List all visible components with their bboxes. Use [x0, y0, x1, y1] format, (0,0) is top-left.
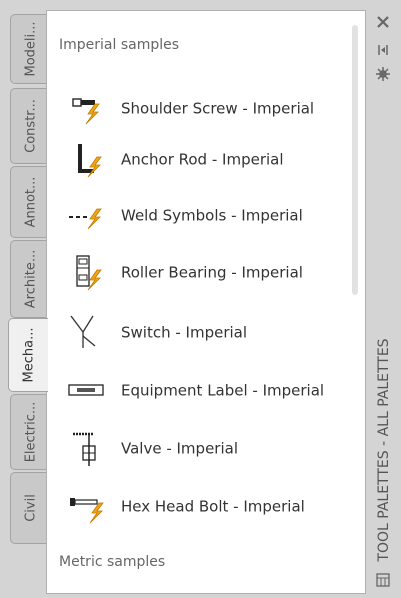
tool-shoulder-screw[interactable]: Shoulder Screw - Imperial — [67, 87, 337, 131]
tab-modeling[interactable]: Modeli... — [10, 14, 50, 84]
tab-architectural[interactable]: Archite... — [10, 240, 50, 318]
shoulder-screw-icon — [72, 98, 100, 125]
palette-tabs: Modeli... Constr... Annot... Archite... … — [0, 0, 50, 598]
tab-label: Modeli... — [23, 21, 38, 77]
tab-annotation[interactable]: Annot... — [10, 166, 50, 238]
tool-label: Roller Bearing - Imperial — [121, 263, 303, 282]
valve-icon — [73, 432, 96, 466]
tab-civil[interactable]: Civil — [10, 472, 50, 544]
section-header-imperial: Imperial samples — [59, 37, 180, 53]
weld-symbols-icon — [69, 208, 102, 230]
tool-label: Weld Symbols - Imperial — [121, 206, 303, 225]
tab-label: Constr... — [23, 99, 38, 153]
tool-label: Anchor Rod - Imperial — [121, 150, 284, 169]
palette-icon[interactable] — [375, 572, 391, 588]
tab-label: Mecha... — [21, 327, 36, 383]
equipment-label-icon — [68, 384, 104, 396]
tab-constraints[interactable]: Constr... — [10, 88, 50, 164]
tool-switch[interactable]: Switch - Imperial — [67, 311, 337, 355]
section-header-metric: Metric samples — [59, 554, 166, 570]
tool-anchor-rod[interactable]: Anchor Rod - Imperial — [67, 138, 337, 182]
auto-hide-icon[interactable] — [375, 42, 391, 58]
palette-title-bar[interactable]: TOOL PALETTES - ALL PALETTES — [366, 0, 401, 598]
tool-label: Valve - Imperial — [121, 439, 238, 458]
tool-valve[interactable]: Valve - Imperial — [67, 427, 337, 471]
panel-scrollbar[interactable] — [352, 25, 358, 295]
tab-label: Annot... — [23, 176, 38, 228]
properties-icon[interactable] — [375, 66, 391, 82]
tool-roller-bearing[interactable]: Roller Bearing - Imperial — [67, 251, 337, 295]
tool-equipment-label[interactable]: Equipment Label - Imperial — [67, 365, 337, 417]
tool-weld-symbols[interactable]: Weld Symbols - Imperial — [67, 194, 337, 238]
tab-electrical[interactable]: Electric... — [10, 394, 50, 470]
close-icon[interactable] — [375, 14, 391, 30]
tool-label: Switch - Imperial — [121, 323, 248, 342]
switch-icon — [70, 315, 96, 348]
tab-label: Electric... — [23, 401, 38, 463]
tool-label: Equipment Label - Imperial — [121, 381, 325, 400]
tab-label: Civil — [23, 494, 38, 522]
tool-label: Hex Head Bolt - Imperial — [121, 497, 305, 516]
hex-head-bolt-icon — [70, 498, 104, 524]
palette-title: TOOL PALETTES - ALL PALETTES — [375, 338, 392, 562]
tool-hex-head-bolt[interactable]: Hex Head Bolt - Imperial — [67, 485, 337, 529]
tool-label: Shoulder Screw - Imperial — [121, 99, 315, 118]
palette-panel: Imperial samples Shoulder Screw - Imperi… — [46, 10, 366, 594]
roller-bearing-icon — [76, 255, 102, 291]
anchor-rod-icon — [78, 144, 102, 178]
tab-mechanical[interactable]: Mecha... — [8, 318, 48, 392]
tab-label: Archite... — [23, 249, 38, 309]
